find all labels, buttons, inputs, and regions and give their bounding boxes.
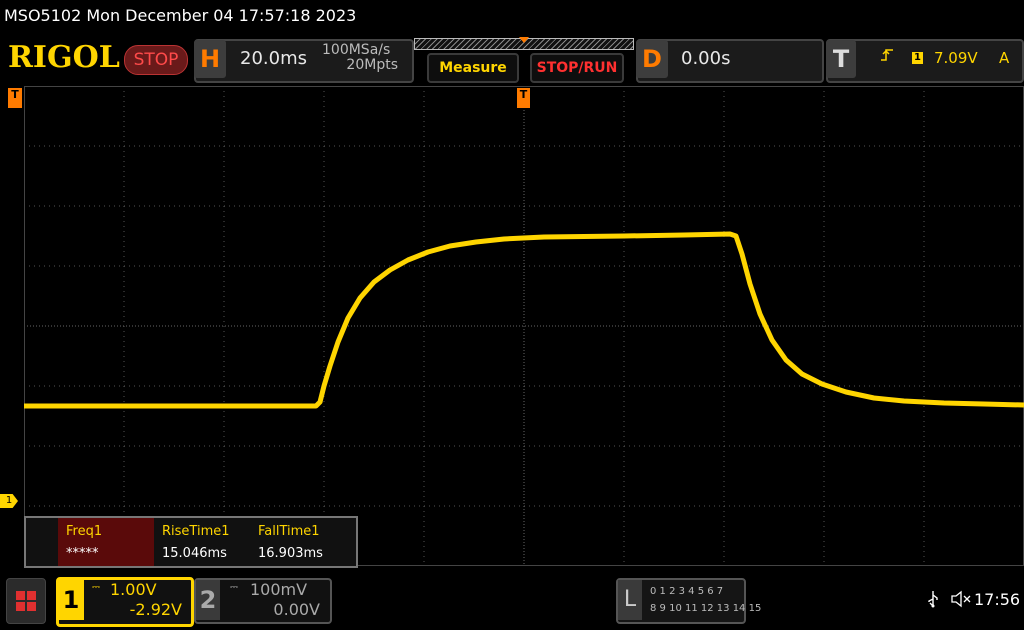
measurement-value: 15.046ms: [162, 546, 227, 561]
usb-icon: [926, 590, 940, 612]
trigger-position-marker-icon: [519, 37, 529, 43]
speaker-muted-icon[interactable]: [950, 590, 972, 612]
trigger-time-marker-icon[interactable]: T: [517, 88, 530, 108]
trigger-level-marker-icon[interactable]: T: [8, 88, 22, 108]
measurement-panel[interactable]: Freq1 ***** RiseTime1 15.046ms FallTime1…: [24, 516, 358, 568]
delay-label: D: [636, 40, 668, 78]
clock: 17:56: [974, 590, 1021, 609]
measurement-fall-time[interactable]: FallTime1 16.903ms: [250, 518, 346, 566]
measurement-label: FallTime1: [258, 524, 320, 539]
measurement-value: 16.903ms: [258, 546, 323, 561]
measurement-label: RiseTime1: [162, 524, 230, 539]
measurement-freq[interactable]: Freq1 *****: [58, 518, 154, 566]
channel-1-offset: -2.92V: [129, 600, 182, 619]
measurement-rise-time[interactable]: RiseTime1 15.046ms: [154, 518, 250, 566]
channel-2-scale: 100mV: [250, 580, 308, 599]
stop-run-button[interactable]: STOP/RUN: [530, 53, 624, 83]
measurement-value: *****: [66, 546, 99, 561]
rigol-logo: RIGOL: [8, 40, 120, 75]
ch1-ground-marker[interactable]: 1: [0, 494, 18, 508]
trigger-edge-icon: [880, 48, 894, 66]
logic-channels-row-2: 8 9 10 11 12 13 14 15: [650, 603, 762, 614]
menu-icon: [16, 591, 36, 611]
graticule-axes: [24, 86, 1024, 566]
trigger-mode: A: [999, 49, 1010, 67]
trigger-source-badge: 1: [912, 52, 923, 64]
delay-value: 0.00s: [681, 48, 731, 69]
menu-button[interactable]: [6, 578, 46, 624]
trigger-level: 7.09V: [934, 49, 978, 67]
logic-label: L: [618, 580, 642, 620]
measurement-label: Freq1: [66, 524, 103, 539]
dc-coupling-icon: ⎓: [230, 582, 238, 593]
channel-2-offset: 0.00V: [273, 600, 320, 619]
waveform-display[interactable]: [24, 86, 1024, 566]
dc-coupling-icon: ⎓: [92, 582, 100, 593]
measure-button[interactable]: Measure: [427, 53, 519, 83]
channel-1-number: 1: [58, 580, 84, 620]
logic-channels-row-1: 0 1 2 3 4 5 6 7: [650, 586, 724, 597]
channel-1-scale: 1.00V: [110, 580, 157, 599]
run-status-badge[interactable]: STOP: [124, 45, 188, 75]
trigger-label: T: [826, 40, 856, 78]
title-bar: MSO5102 Mon December 04 17:57:18 2023: [4, 6, 357, 25]
memory-depth: 20Mpts: [346, 57, 398, 73]
channel-2-number: 2: [196, 580, 220, 620]
timebase-value: 20.0ms: [240, 48, 307, 69]
sample-rate: 100MSa/s: [322, 42, 391, 58]
horizontal-label: H: [194, 40, 226, 78]
